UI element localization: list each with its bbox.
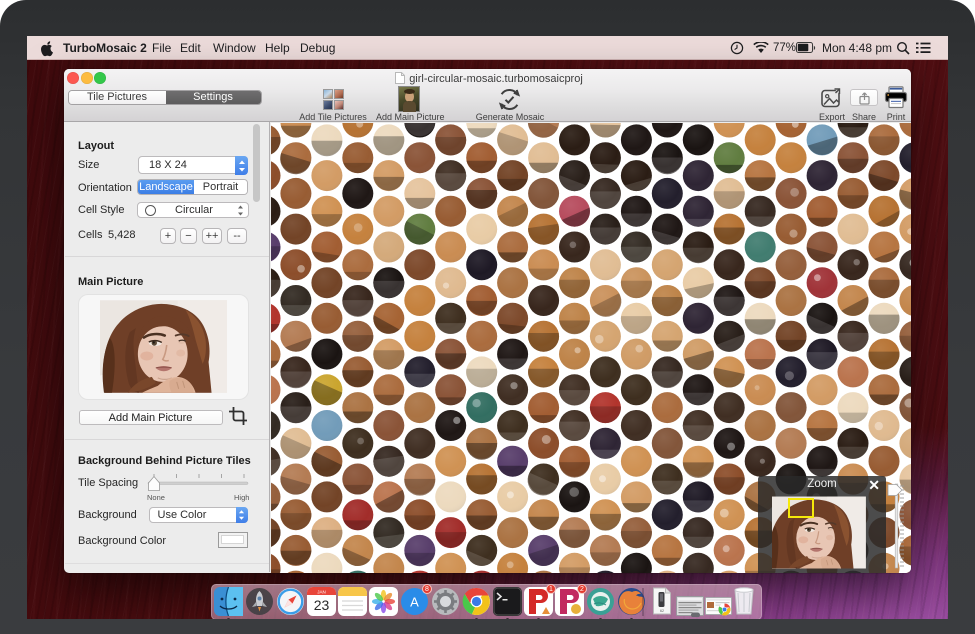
svg-text:JAN: JAN bbox=[317, 590, 326, 595]
svg-text:62: 62 bbox=[660, 609, 664, 613]
svg-text:23: 23 bbox=[314, 597, 330, 613]
svg-text:A: A bbox=[410, 595, 419, 610]
